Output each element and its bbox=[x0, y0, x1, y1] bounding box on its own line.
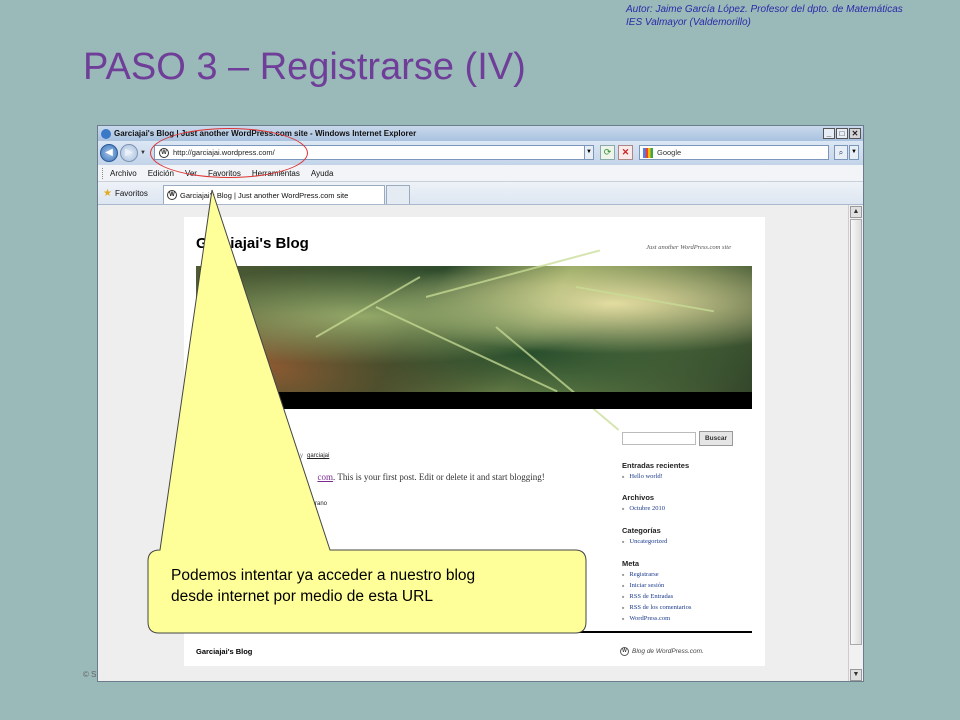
callout-line-2: desde internet por medio de esta URL bbox=[171, 588, 433, 605]
callout-shape bbox=[147, 189, 587, 634]
callout-line-1: Podemos intentar ya acceder a nuestro bl… bbox=[171, 567, 476, 584]
callout-text: Podemos intentar ya acceder a nuestro bl… bbox=[171, 565, 571, 607]
